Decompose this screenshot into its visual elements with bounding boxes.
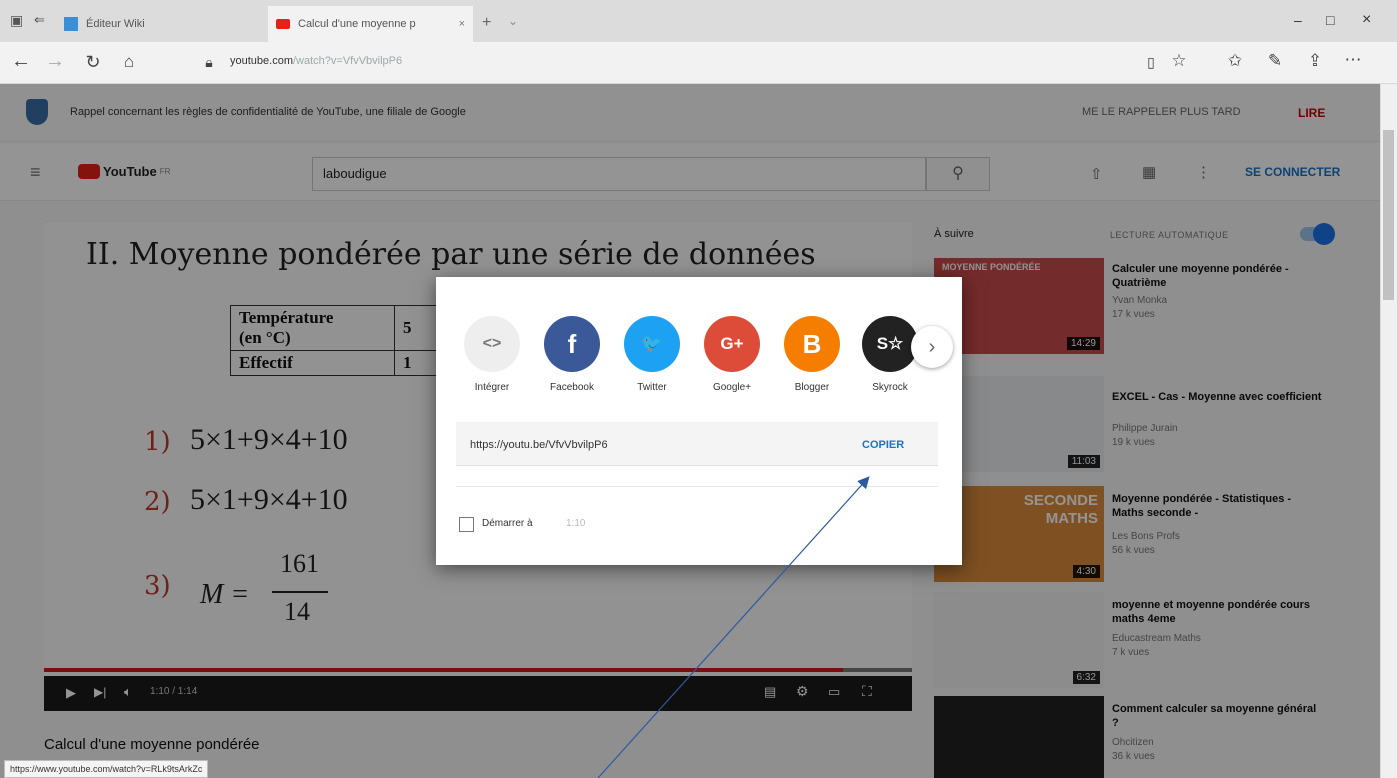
annotation-arrow — [597, 476, 870, 778]
screen: ▣ ⇐ Éditeur Wiki Calcul d'une moyenne p … — [0, 0, 1397, 778]
status-bar-url: https://www.youtube.com/watch?v=RLk9tsAr… — [4, 760, 209, 778]
